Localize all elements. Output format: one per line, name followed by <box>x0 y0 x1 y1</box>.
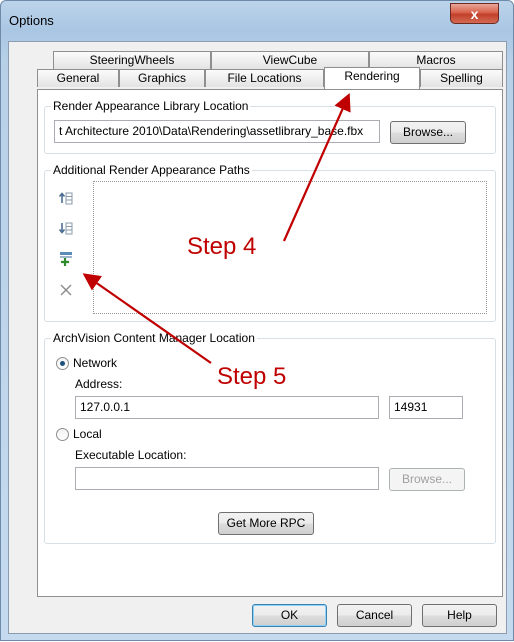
options-dialog: Options x SteeringWheels ViewCube Macros… <box>0 0 514 641</box>
step4-annotation: Step 4 <box>187 233 257 260</box>
tab-rendering[interactable]: Rendering <box>324 67 420 89</box>
step5-arrow <box>82 273 212 364</box>
annotation-arrows <box>82 92 351 364</box>
step4-arrow <box>282 92 351 242</box>
step5-annotation: Step 5 <box>217 363 287 390</box>
